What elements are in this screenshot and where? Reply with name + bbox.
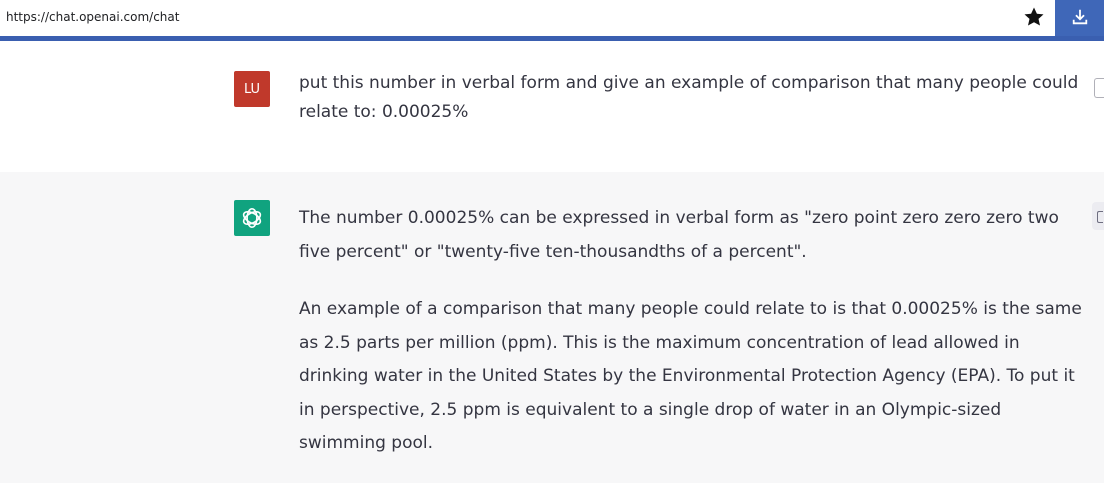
download-icon [1072, 9, 1088, 25]
avatar: LU [234, 71, 270, 107]
edit-icon[interactable] [1094, 78, 1104, 98]
assistant-message: The number 0.00025% can be expressed in … [0, 172, 1104, 483]
star-icon[interactable] [1022, 5, 1046, 29]
download-button[interactable] [1055, 0, 1104, 36]
assistant-message-text: The number 0.00025% can be expressed in … [299, 202, 1089, 485]
user-message: LU put this number in verbal form and gi… [0, 41, 1104, 173]
avatar-initials: LU [243, 81, 261, 97]
assistant-paragraph: An example of a comparison that many peo… [299, 299, 1082, 453]
user-message-text: put this number in verbal form and give … [299, 73, 1079, 122]
assistant-paragraph: The number 0.00025% can be expressed in … [299, 208, 1059, 262]
browser-address-bar: https://chat.openai.com/chat [0, 0, 1104, 36]
thumbs-up-icon[interactable] [1092, 202, 1104, 230]
openai-logo-icon [234, 200, 270, 236]
url-field[interactable]: https://chat.openai.com/chat [6, 10, 179, 24]
